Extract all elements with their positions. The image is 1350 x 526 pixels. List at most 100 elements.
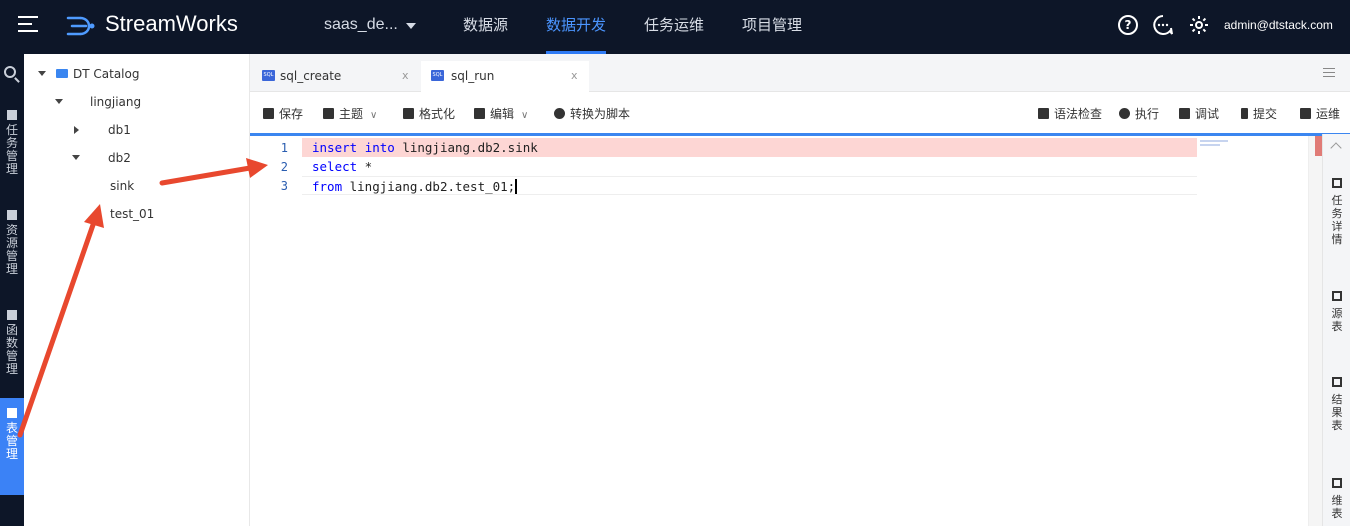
expand-icon[interactable] (55, 99, 63, 104)
ops-icon (1300, 108, 1311, 119)
editor-top-border (250, 133, 1350, 136)
minimap[interactable] (1200, 136, 1308, 526)
rail-function-manage[interactable]: 函 数 管 理 (0, 310, 24, 376)
minimap-line (1200, 140, 1228, 142)
result-table-icon (1332, 377, 1342, 387)
folder-icon (56, 69, 68, 78)
save-button[interactable]: 保存 (263, 105, 303, 122)
collapse-icon[interactable] (74, 126, 79, 134)
expand-icon[interactable] (72, 155, 80, 160)
line-number: 2 (280, 160, 288, 174)
run-label: 执行 (1135, 107, 1160, 121)
user-account[interactable]: admin@dtstack.com (1224, 18, 1333, 32)
debug-label: 调试 (1195, 107, 1220, 121)
save-label: 保存 (279, 107, 304, 121)
message-icon[interactable] (1152, 14, 1174, 36)
tab-sql-run[interactable]: SQL sql_run x (421, 61, 589, 92)
rail-label: 理 (5, 447, 18, 461)
rail-resource-manage[interactable]: 资 源 管 理 (0, 210, 24, 276)
nav-data-dev[interactable]: 数据开发 (546, 0, 607, 54)
edit-label: 编辑 (490, 107, 515, 121)
chevron-up-icon[interactable] (1330, 142, 1342, 154)
tab-label: sql_run (451, 69, 495, 83)
syntax-label: 语法检查 (1054, 107, 1103, 121)
play-icon (1119, 108, 1130, 119)
close-icon[interactable]: x (402, 69, 409, 82)
editor-area: SQL sql_create x SQL sql_run x 保存 主题 ∨ 格式… (250, 54, 1350, 526)
nav-project[interactable]: 项目管理 (742, 0, 802, 54)
panel-label: 源 (1331, 307, 1343, 320)
convert-to-script-button[interactable]: 转换为脚本 (554, 105, 630, 122)
panel-label: 表 (1331, 507, 1343, 520)
tree-node-test01[interactable]: test_01 (110, 207, 154, 221)
close-icon[interactable]: x (571, 69, 578, 82)
sql-file-icon: SQL (431, 70, 444, 81)
line-number: 1 (280, 141, 288, 155)
sql-file-icon: SQL (262, 70, 275, 81)
rail-table-manage[interactable]: 表 管 理 (0, 398, 24, 495)
panel-label: 表 (1331, 419, 1343, 432)
panel-label: 表 (1331, 320, 1343, 333)
keyword-token: from (312, 179, 343, 194)
source-table-icon (1332, 291, 1342, 301)
nav-ops[interactable]: 任务运维 (644, 0, 704, 54)
code-line-2[interactable]: select * (302, 157, 1197, 176)
chevron-down-icon: ∨ (370, 110, 378, 121)
ops-button[interactable]: 运维 (1300, 105, 1340, 122)
format-icon (403, 108, 414, 119)
left-rail: 任 务 管 理 资 源 管 理 函 数 管 理 表 管 理 (0, 54, 24, 526)
panel-dimension-table[interactable]: 维 表 (1323, 478, 1350, 520)
syntax-check-button[interactable]: 语法检查 (1038, 105, 1102, 122)
code-line-3[interactable]: from lingjiang.db2.test_01; (302, 176, 1197, 195)
tree-node-db2[interactable]: db2 (108, 151, 131, 165)
project-selector[interactable]: saas_de... (324, 16, 398, 34)
ops-label: 运维 (1316, 107, 1341, 121)
submit-label: 提交 (1253, 107, 1278, 121)
tree-node-database[interactable]: lingjiang (90, 95, 141, 109)
debug-button[interactable]: 调试 (1179, 105, 1219, 122)
rail-task-manage[interactable]: 任 务 管 理 (0, 110, 24, 176)
code-line-1[interactable]: insert into lingjiang.db2.sink (302, 138, 1197, 157)
list-menu-icon[interactable] (1323, 68, 1335, 78)
resource-icon (7, 210, 17, 220)
expand-icon[interactable] (38, 71, 46, 76)
code-token: lingjiang.db2.sink (394, 140, 538, 155)
convert-label: 转换为脚本 (570, 107, 631, 121)
panel-task-detail[interactable]: 任 务 详 情 (1323, 178, 1350, 246)
tree-node-db1[interactable]: db1 (108, 123, 131, 137)
help-icon[interactable]: ? (1118, 15, 1138, 35)
keyword-token: select (312, 159, 358, 174)
format-button[interactable]: 格式化 (403, 105, 455, 122)
panel-result-table[interactable]: 结 果 表 (1323, 377, 1350, 432)
search-icon[interactable] (4, 66, 16, 78)
right-panel: 任 务 详 情 源 表 结 果 表 维 表 (1322, 134, 1350, 526)
keyword-token: insert (312, 140, 358, 155)
panel-label: 详 (1331, 220, 1343, 233)
tree-node-catalog[interactable]: DT Catalog (73, 67, 139, 81)
keyword-token: into (364, 140, 395, 155)
tree-node-sink[interactable]: sink (110, 179, 134, 193)
detail-icon (1332, 178, 1342, 188)
panel-source-table[interactable]: 源 表 (1323, 291, 1350, 333)
panel-label: 果 (1331, 406, 1343, 419)
submit-button[interactable]: 提交 (1241, 105, 1277, 122)
rail-label: 理 (5, 262, 18, 276)
panel-label: 任 (1331, 194, 1343, 207)
nav-datasource[interactable]: 数据源 (463, 0, 508, 54)
debug-icon (1179, 108, 1190, 119)
edit-dropdown[interactable]: 编辑 ∨ (474, 105, 528, 122)
dimension-table-icon (1332, 478, 1342, 488)
catalog-tree: DT Catalog lingjiang db1 db2 sink test_0… (24, 54, 250, 526)
menu-toggle-icon[interactable] (18, 16, 38, 36)
pencil-icon (474, 108, 485, 119)
convert-icon (554, 108, 565, 119)
chevron-down-icon[interactable] (406, 23, 416, 29)
gear-icon[interactable] (1188, 14, 1210, 36)
arrow-up-icon (1241, 108, 1248, 119)
theme-dropdown[interactable]: 主题 ∨ (323, 105, 377, 122)
run-button[interactable]: 执行 (1119, 105, 1159, 122)
panel-label: 务 (1331, 207, 1343, 220)
vertical-scrollbar[interactable] (1308, 136, 1322, 526)
tab-sql-create[interactable]: SQL sql_create x (250, 61, 420, 92)
